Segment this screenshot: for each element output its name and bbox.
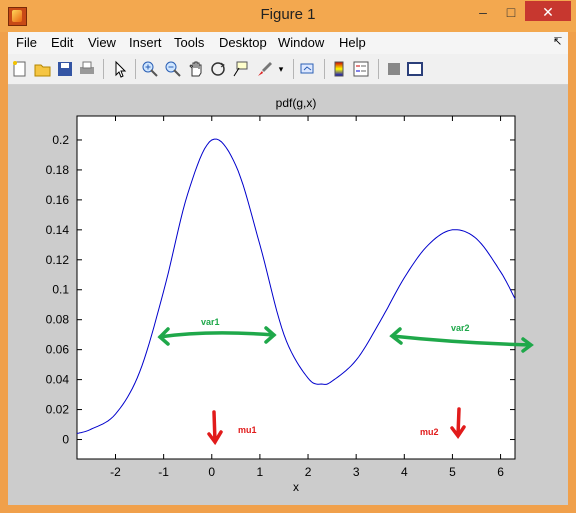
menu-edit[interactable]: Edit	[51, 35, 73, 50]
show-plot-tools-icon[interactable]	[406, 60, 424, 78]
mu2-label: mu2	[420, 427, 439, 437]
figure-window: Figure 1 – □ ✕ File Edit View Insert Too…	[0, 0, 576, 513]
dock-arrow-icon[interactable]: ↸	[553, 35, 562, 48]
menu-desktop[interactable]: Desktop	[219, 35, 267, 50]
x-tick-label: 6	[497, 465, 504, 479]
y-tick-label: 0.14	[46, 223, 70, 237]
y-tick-label: 0.18	[46, 163, 70, 177]
x-tick-label: 1	[257, 465, 264, 479]
plot-svg[interactable]: pdf(g,x) -2 -1 0 1 2 3 4 5 6 0 0.02 0.04 0.06 0.08 0.1…	[8, 85, 568, 505]
x-tick-label: 4	[401, 465, 408, 479]
save-icon[interactable]	[56, 60, 74, 78]
var1-label: var1	[201, 317, 220, 327]
toolbar-separator	[103, 59, 104, 79]
chart-title: pdf(g,x)	[276, 96, 317, 110]
x-tick-label: 0	[208, 465, 215, 479]
y-tick-label: 0.16	[46, 193, 70, 207]
maximize-button[interactable]: □	[498, 1, 524, 23]
y-tick-label: 0.08	[46, 313, 70, 327]
link-plot-icon[interactable]	[299, 60, 317, 78]
menu-bar: File Edit View Insert Tools Desktop Wind…	[8, 32, 568, 54]
pan-icon[interactable]	[187, 60, 205, 78]
close-button[interactable]: ✕	[525, 1, 571, 21]
menu-file[interactable]: File	[16, 35, 37, 50]
open-file-icon[interactable]	[34, 60, 52, 78]
y-tick-label: 0.02	[46, 403, 70, 417]
y-tick-label: 0.06	[46, 343, 70, 357]
brush-icon[interactable]	[256, 60, 274, 78]
toolbar-separator	[378, 59, 379, 79]
axes-box[interactable]	[76, 115, 516, 460]
menu-view[interactable]: View	[88, 35, 116, 50]
x-tick-label: 2	[305, 465, 312, 479]
figure-canvas: pdf(g,x) -2 -1 0 1 2 3 4 5 6 0 0.02 0.04 0.06 0.08 0.1…	[8, 85, 568, 505]
colorbar-icon[interactable]	[330, 60, 348, 78]
x-axis-label: x	[293, 480, 299, 494]
data-cursor-icon[interactable]	[231, 60, 249, 78]
rotate-icon[interactable]	[209, 60, 227, 78]
y-tick-label: 0.04	[46, 373, 70, 387]
toolbar-separator	[293, 59, 294, 79]
y-tick-label: 0.2	[52, 133, 69, 147]
y-tick-label: 0	[62, 433, 69, 447]
zoom-out-icon[interactable]	[164, 60, 182, 78]
zoom-in-icon[interactable]	[141, 60, 159, 78]
x-tick-label: -1	[158, 465, 169, 479]
menu-help[interactable]: Help	[339, 35, 366, 50]
legend-icon[interactable]	[352, 60, 370, 78]
y-tick-label: 0.12	[46, 253, 70, 267]
figure-toolbar: ▾	[8, 54, 568, 85]
print-icon[interactable]	[78, 60, 96, 78]
var2-label: var2	[451, 323, 470, 333]
new-figure-icon[interactable]	[11, 60, 29, 78]
pointer-icon[interactable]	[111, 60, 129, 78]
menu-window[interactable]: Window	[278, 35, 324, 50]
menu-tools[interactable]: Tools	[174, 35, 204, 50]
toolbar-separator	[324, 59, 325, 79]
toolbar-separator	[135, 59, 136, 79]
x-tick-label: 5	[449, 465, 456, 479]
mu1-label: mu1	[238, 425, 257, 435]
brush-dropdown-icon[interactable]: ▾	[276, 60, 286, 78]
title-bar[interactable]: Figure 1 – □ ✕	[0, 0, 576, 32]
hide-plot-tools-icon[interactable]	[385, 60, 403, 78]
x-tick-label: -2	[110, 465, 121, 479]
menu-insert[interactable]: Insert	[129, 35, 162, 50]
x-tick-label: 3	[353, 465, 360, 479]
y-tick-label: 0.1	[52, 283, 69, 297]
minimize-button[interactable]: –	[470, 1, 496, 23]
